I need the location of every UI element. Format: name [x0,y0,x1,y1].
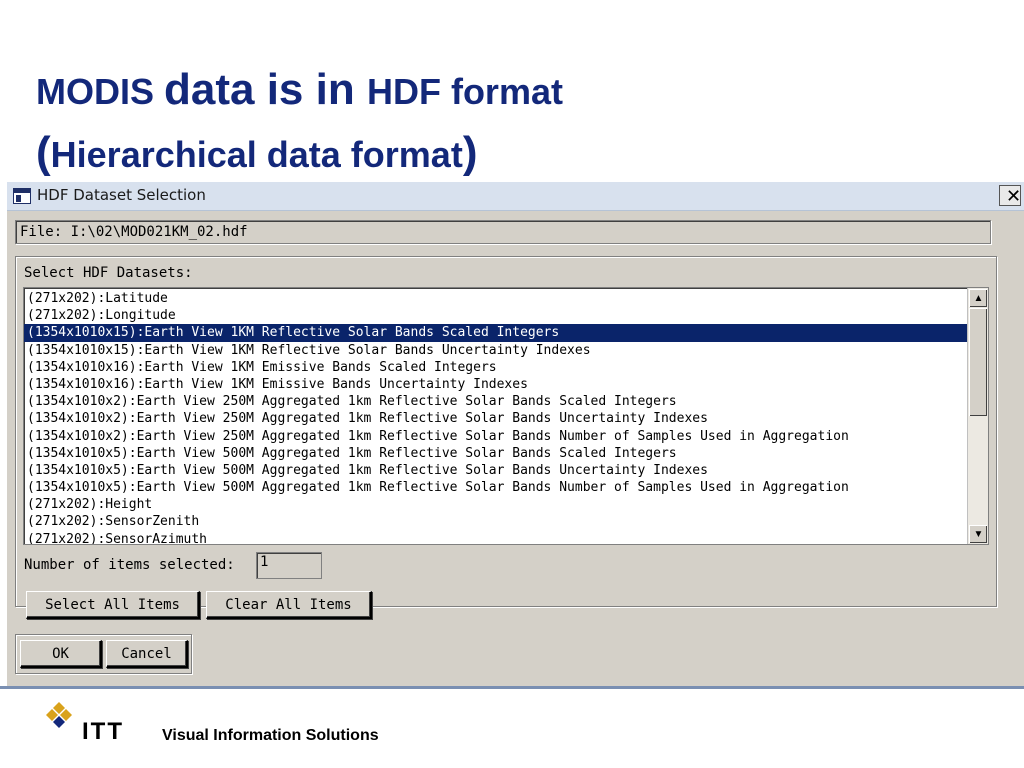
footer-brand: ITT [82,718,124,745]
dataset-list-item[interactable]: (271x202):Latitude [24,290,968,307]
dataset-list-item[interactable]: (1354x1010x2):Earth View 250M Aggregated… [24,393,968,410]
dataset-list-item[interactable]: (1354x1010x5):Earth View 500M Aggregated… [24,462,968,479]
dataset-list-item[interactable]: (271x202):SensorAzimuth [24,531,968,544]
slide-title: MODIS data is in HDF format (Hierarchica… [36,60,563,186]
dataset-list-item[interactable]: (1354x1010x2):Earth View 250M Aggregated… [24,428,968,445]
dataset-group: Select HDF Datasets: (271x202):Latitude(… [15,256,997,619]
dataset-list-item[interactable]: (271x202):SensorZenith [24,513,968,530]
dataset-list-item[interactable]: (1354x1010x5):Earth View 500M Aggregated… [24,479,968,496]
dialog-titlebar[interactable]: HDF Dataset Selection ✕ [7,182,1024,211]
close-button[interactable]: ✕ [999,185,1021,206]
dataset-list-item[interactable]: (1354x1010x15):Earth View 1KM Reflective… [24,324,968,342]
footer-divider [0,686,1024,689]
dialog-title: HDF Dataset Selection [37,186,206,204]
hdf-dataset-selection-dialog: HDF Dataset Selection ✕ File: I:\02\MOD0… [6,181,1024,687]
footer-tagline: Visual Information Solutions [162,727,379,744]
clear-all-items-button[interactable]: Clear All Items [206,591,372,619]
slide-title-data-is-in: data is in [164,65,367,114]
scroll-up-button[interactable]: ▲ [969,289,987,307]
slide-title-close-paren: ) [462,128,478,177]
scroll-down-button[interactable]: ▼ [969,525,987,543]
dataset-list-item[interactable]: (1354x1010x15):Earth View 1KM Reflective… [24,342,968,359]
dataset-list-item[interactable]: (271x202):Height [24,496,968,513]
select-all-items-button[interactable]: Select All Items [26,591,200,619]
dialog-action-group: OK Cancel [15,634,192,674]
dataset-list-item[interactable]: (271x202):Longitude [24,307,968,324]
dataset-list-item[interactable]: (1354x1010x16):Earth View 1KM Emissive B… [24,376,968,393]
dataset-list-item[interactable]: (1354x1010x16):Earth View 1KM Emissive B… [24,359,968,376]
dataset-list-item[interactable]: (1354x1010x2):Earth View 250M Aggregated… [24,410,968,427]
slide-title-modis: MODIS [36,71,165,112]
ok-button[interactable]: OK [20,640,102,668]
window-icon [13,188,31,204]
itt-diamond-logo-icon [46,702,72,728]
dataset-list-item[interactable]: (1354x1010x5):Earth View 500M Aggregated… [24,445,968,462]
listbox-scrollbar[interactable]: ▲ ▼ [967,288,988,544]
dataset-list: (271x202):Latitude (271x202):Longitude (13… [24,290,968,544]
scrollbar-thumb[interactable] [969,308,987,416]
slide-title-hierarchical: Hierarchical data format [50,134,463,175]
items-selected-label: Number of items selected: [24,557,235,573]
slide-title-open-paren: ( [36,128,51,177]
arrow-down-icon: ▼ [973,529,984,540]
file-path-field: File: I:\02\MOD021KM_02.hdf [15,220,991,244]
slide-title-hdf-format: HDF format [366,71,563,112]
items-selected-field: 1 [256,552,322,579]
slide-title-line-1: MODIS data is in HDF format [36,60,563,123]
slide-title-line-2: (Hierarchical data format) [36,123,563,186]
select-datasets-label: Select HDF Datasets: [24,265,193,281]
dataset-listbox[interactable]: (271x202):Latitude (271x202):Longitude (13… [23,287,989,545]
cancel-button[interactable]: Cancel [106,640,188,668]
arrow-up-icon: ▲ [973,293,984,304]
